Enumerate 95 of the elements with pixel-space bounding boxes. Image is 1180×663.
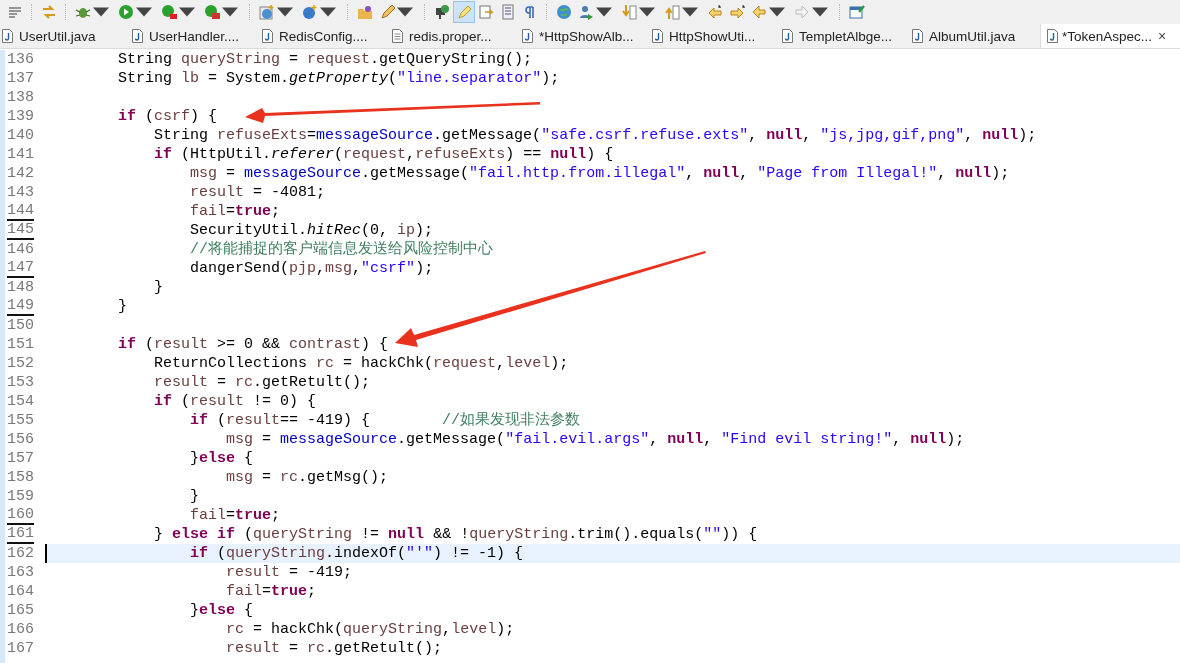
- code-line: if (result== -419) { //如果发现非法参数: [189, 411, 581, 430]
- code-line: result = rc.getRetult();: [153, 373, 371, 392]
- window-icon[interactable]: [849, 4, 865, 20]
- document-icon[interactable]: [478, 4, 494, 20]
- forward-star-icon[interactable]: [729, 4, 745, 20]
- code-line: String queryString = request.getQueryString();: [117, 50, 533, 69]
- java-file-icon: [2, 29, 13, 43]
- code-line: String refuseExts=messageSource.getMessage("safe.csrf.refuse.exts", null, "js,jpg,gif,png", null);: [153, 126, 1037, 145]
- line-number: 154: [7, 393, 34, 410]
- line-number: 155: [7, 412, 34, 429]
- line-number: 144: [7, 202, 34, 221]
- line-number: 158: [7, 469, 34, 486]
- editor-tab[interactable]: UserHandler....: [130, 24, 260, 48]
- java-file-icon: [132, 29, 143, 43]
- code-line: }: [117, 297, 127, 316]
- highlighter-icon: [456, 4, 472, 20]
- line-number: 163: [7, 564, 34, 581]
- run-icon[interactable]: [161, 4, 177, 20]
- line-number: 166: [7, 621, 34, 638]
- line-number: 138: [7, 89, 34, 106]
- editor-tab[interactable]: RedisConfig....: [260, 24, 390, 48]
- folder-icon[interactable]: [357, 4, 373, 20]
- code-line: dangerSend(pjp,msg,"csrf");: [189, 259, 434, 278]
- line-number: 153: [7, 374, 34, 391]
- editor-tab[interactable]: redis.proper...: [390, 24, 520, 48]
- code-line: SecurityUtil.hitRec(0, ip);: [189, 221, 434, 240]
- line-number: 137: [7, 70, 34, 87]
- code-line: if (result != 0) {: [153, 392, 317, 411]
- line-number: 150: [7, 317, 34, 334]
- editor-tab[interactable]: *TokenAspec... ×: [1040, 24, 1180, 48]
- code-line: }: [189, 487, 200, 506]
- text-file-icon: [392, 29, 403, 43]
- code-line: fail=true;: [189, 506, 281, 525]
- code-line: }: [153, 278, 164, 297]
- line-number: 162: [7, 545, 34, 562]
- editor-tab[interactable]: UserUtil.java: [0, 24, 130, 48]
- code-line: msg = messageSource.getMessage("fail.http.from.illegal", null, "Page from Illegal!", null);: [189, 164, 1010, 183]
- line-number: 136: [7, 51, 34, 68]
- line-number: 139: [7, 108, 34, 125]
- java-file-icon: [262, 29, 273, 43]
- code-line: } else if (queryString != null && !queryString.trim().equals("")) {: [153, 525, 758, 544]
- line-number: 157: [7, 450, 34, 467]
- code-line: ReturnCollections rc = hackChk(request,level);: [153, 354, 569, 373]
- list-icon[interactable]: [7, 4, 23, 20]
- skip-icon[interactable]: [41, 4, 57, 20]
- java-file-icon: [782, 29, 793, 43]
- line-number: 141: [7, 146, 34, 163]
- line-number: 146: [7, 241, 34, 258]
- editor-tab[interactable]: *HttpShowAlb...: [520, 24, 650, 48]
- code-line: fail=true;: [225, 582, 317, 601]
- page-icon[interactable]: [500, 4, 516, 20]
- close-tab-button[interactable]: ×: [1158, 28, 1167, 44]
- code-line: }else {: [189, 601, 254, 620]
- code-line: //将能捕捉的客户端信息发送给风险控制中心: [189, 240, 494, 259]
- code-line: msg = messageSource.getMessage("fail.evil.args", null, "Find evil string!", null);: [225, 430, 965, 449]
- java-file-icon: [1047, 29, 1058, 43]
- code-line: if (result >= 0 && contrast) {: [117, 335, 389, 354]
- line-number: 147: [7, 259, 34, 278]
- code-line: String lb = System.getProperty("line.separator");: [117, 69, 560, 88]
- line-number: 156: [7, 431, 34, 448]
- editor-tab[interactable]: HttpShowUti...: [650, 24, 780, 48]
- code-line: result = -419;: [225, 563, 353, 582]
- java-file-icon: [522, 29, 533, 43]
- editor-tab[interactable]: AlbumUtil.java: [910, 24, 1040, 48]
- pin-icon[interactable]: [434, 4, 450, 20]
- line-number: 164: [7, 583, 34, 600]
- line-number: 140: [7, 127, 34, 144]
- code-line: if (queryString.indexOf("'") != -1) {: [189, 544, 524, 563]
- code-line: fail=true;: [189, 202, 281, 221]
- globe-icon[interactable]: [556, 4, 572, 20]
- line-number: 151: [7, 336, 34, 353]
- line-number: 167: [7, 640, 34, 657]
- back-star-icon[interactable]: [707, 4, 723, 20]
- run-tool-icon[interactable]: [204, 4, 220, 20]
- java-file-icon: [912, 29, 923, 43]
- line-number: 152: [7, 355, 34, 372]
- line-number: 142: [7, 165, 34, 182]
- line-number: 143: [7, 184, 34, 201]
- code-line: if (HttpUtil.referer(request,refuseExts) == null) {: [153, 145, 614, 164]
- user-icon[interactable]: [578, 4, 594, 20]
- code-line: rc = hackChk(queryString,level);: [225, 620, 515, 639]
- code-line: result = rc.getRetult();: [225, 639, 443, 658]
- line-number: 165: [7, 602, 34, 619]
- line-number: 145: [7, 221, 34, 240]
- pencil-icon[interactable]: [379, 4, 395, 20]
- line-number: 149: [7, 297, 34, 316]
- line-number: 148: [7, 279, 34, 296]
- code-line: if (csrf) {: [117, 107, 218, 126]
- line-number: 160: [7, 506, 34, 525]
- code-line: msg = rc.getMsg();: [225, 468, 389, 487]
- editor-tab[interactable]: TempletAlbge...: [780, 24, 910, 48]
- java-file-icon: [652, 29, 663, 43]
- line-number: 159: [7, 488, 34, 505]
- code-line: }else {: [189, 449, 254, 468]
- code-line: result = -4081;: [189, 183, 326, 202]
